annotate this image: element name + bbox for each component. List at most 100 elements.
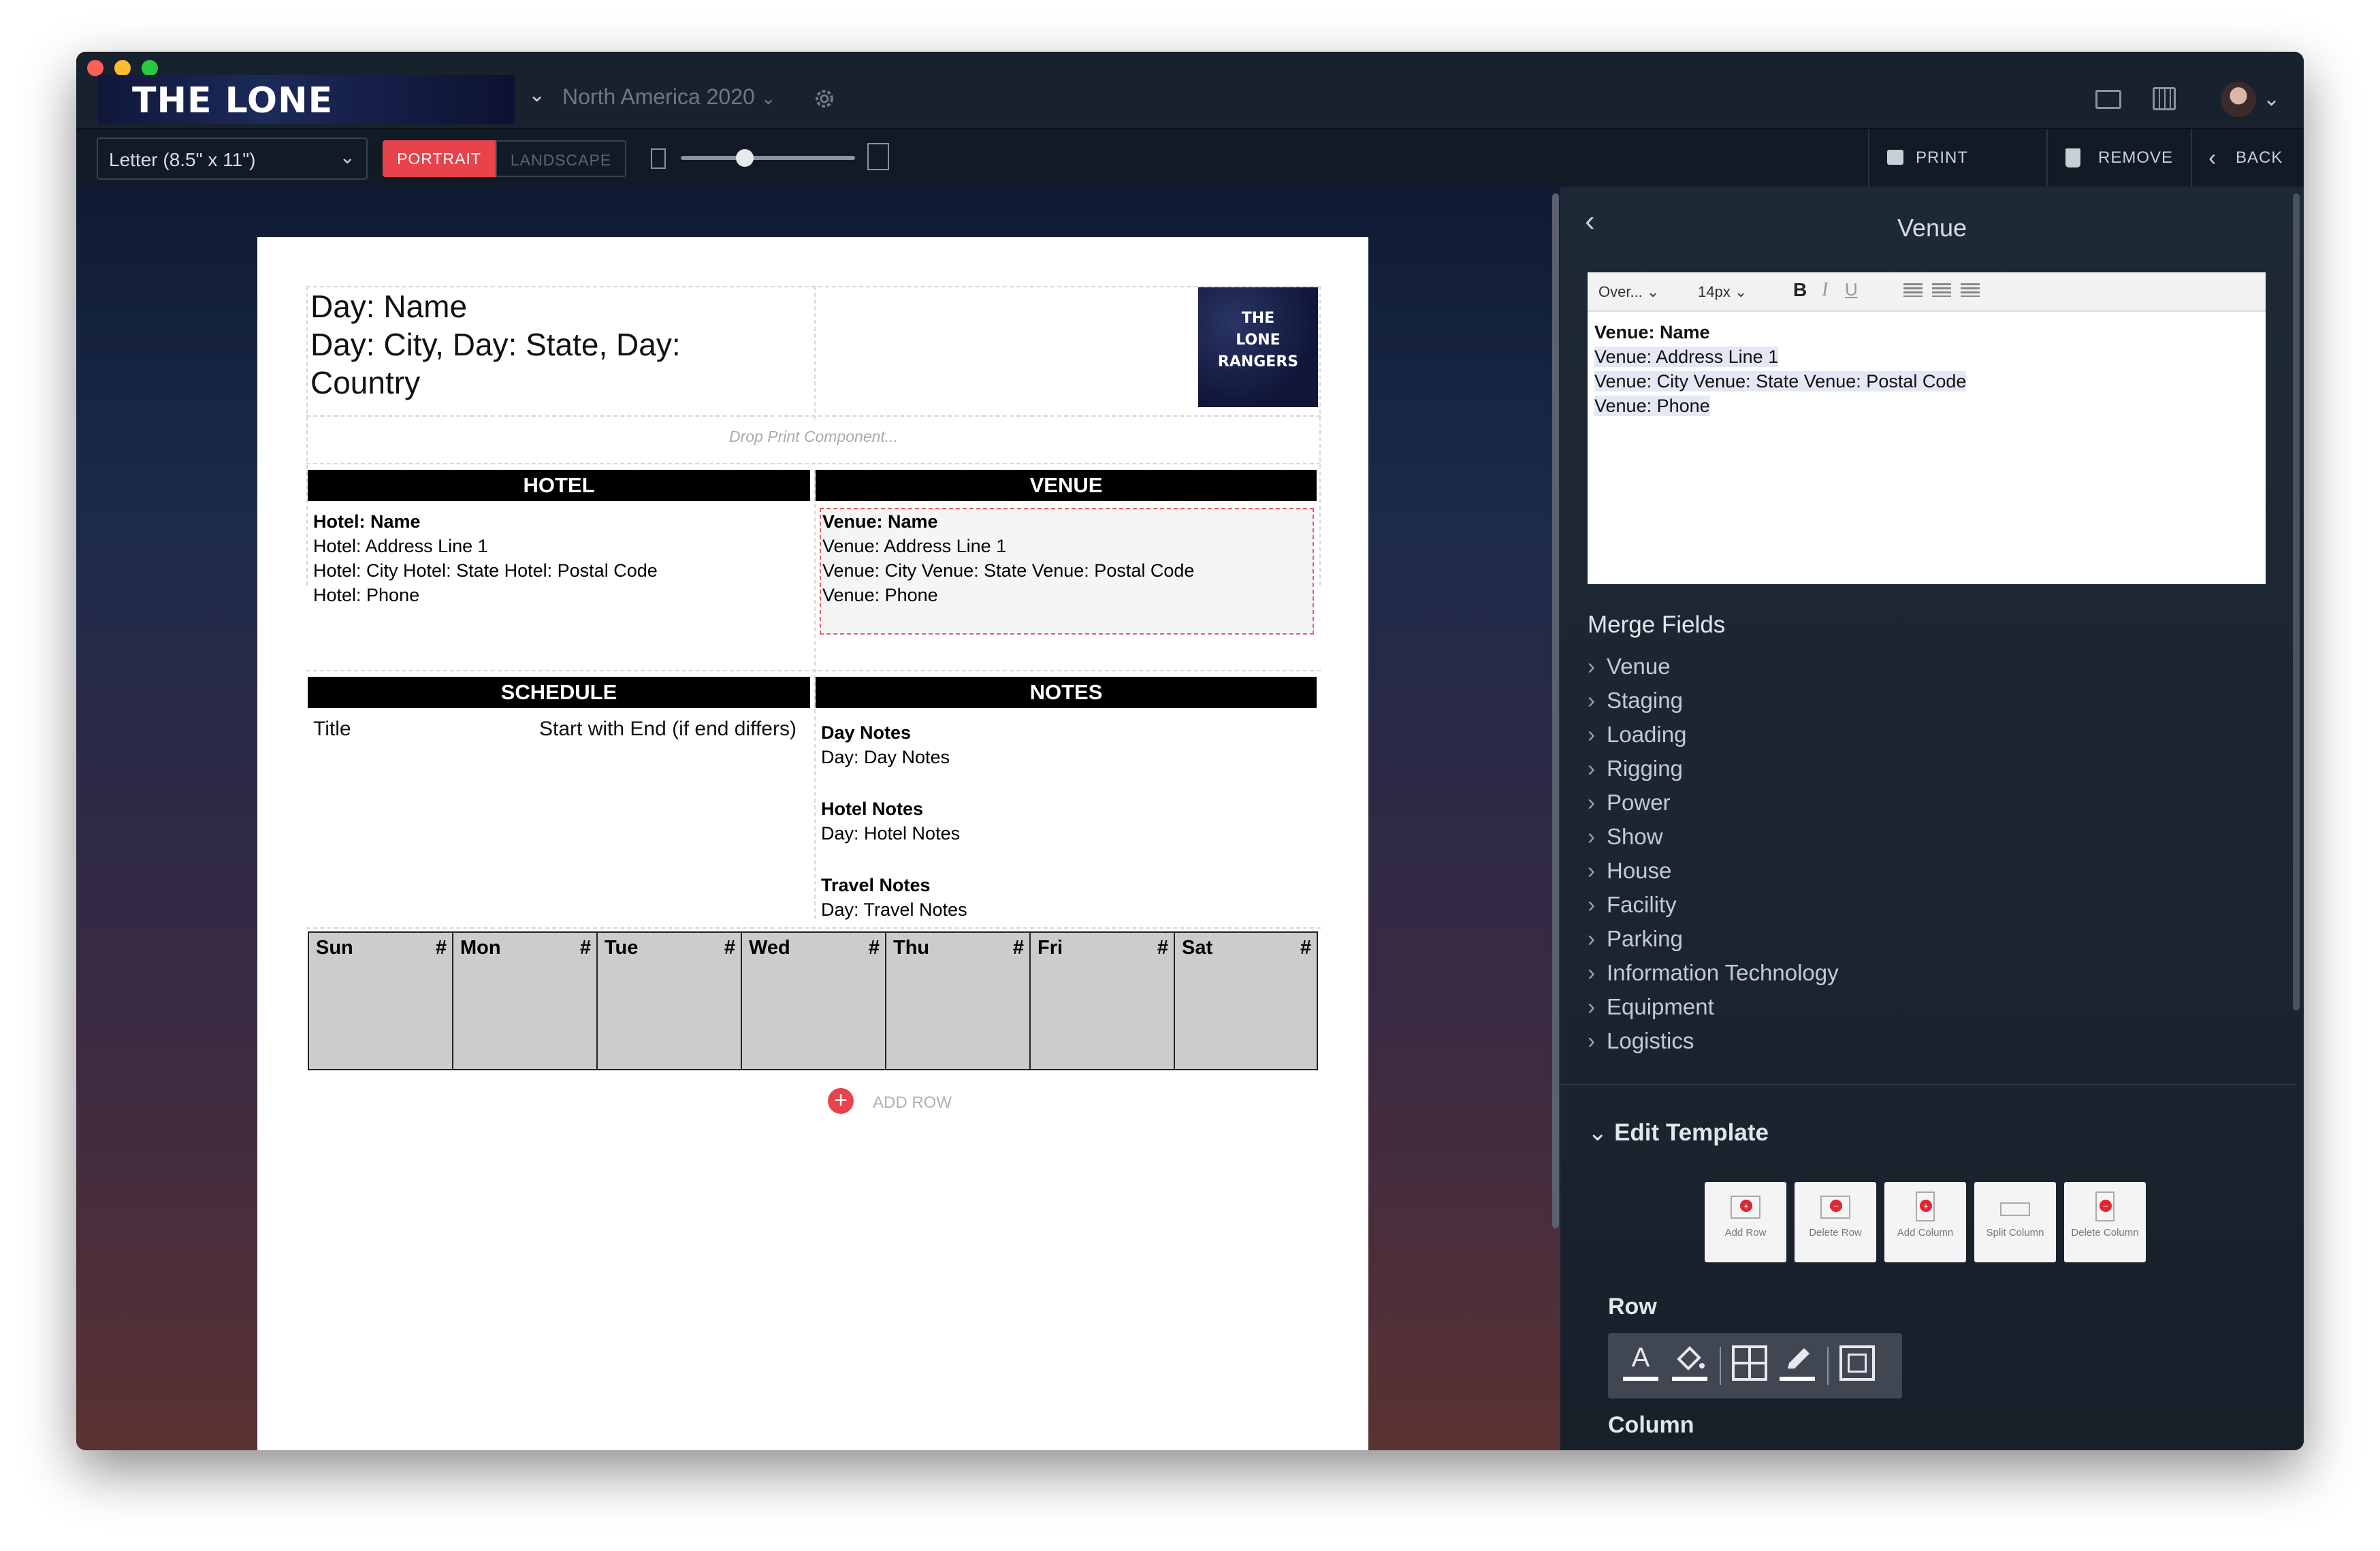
- merge-field-show[interactable]: › Show: [1588, 824, 1663, 850]
- fill-color-bucket-icon[interactable]: [1672, 1343, 1707, 1384]
- close-window-button[interactable]: [87, 60, 103, 76]
- merge-field-label: Power: [1607, 790, 1671, 815]
- schedule-start-column[interactable]: Start with End (if end differs): [539, 718, 797, 741]
- align-left-icon[interactable]: [1903, 283, 1923, 297]
- day-notes-label: Day Notes: [821, 722, 912, 743]
- align-center-icon[interactable]: [1932, 283, 1951, 297]
- edit-template-header[interactable]: ⌄ Edit Template: [1588, 1119, 1769, 1147]
- row-section-label: Row: [1608, 1294, 1657, 1320]
- merge-field-power[interactable]: › Power: [1588, 790, 1671, 816]
- calendar-day-thu[interactable]: Thu #: [886, 933, 1031, 1069]
- calendar-day-sun[interactable]: Sun #: [309, 933, 453, 1069]
- merge-field-loading[interactable]: › Loading: [1588, 722, 1686, 748]
- merge-field-parking[interactable]: › Parking: [1588, 926, 1683, 952]
- button-label: Add Column: [1897, 1227, 1954, 1238]
- user-avatar[interactable]: [2221, 82, 2256, 117]
- merge-field-logistics[interactable]: › Logistics: [1588, 1028, 1694, 1054]
- minus-icon: −: [1830, 1200, 1842, 1212]
- chevron-down-icon: ⌄: [1588, 1119, 1608, 1146]
- day-header-block[interactable]: Day: Name Day: City, Day: State, Day: Co…: [310, 287, 681, 402]
- trash-icon: [2065, 148, 2080, 167]
- font-size-select[interactable]: 14px ⌄: [1698, 283, 1747, 301]
- calendar-day-sat[interactable]: Sat #: [1175, 933, 1317, 1069]
- bold-button[interactable]: B: [1793, 279, 1807, 301]
- zoom-in-page-icon[interactable]: [867, 143, 889, 170]
- print-preview-button[interactable]: PRINT PREVIEW: [1868, 129, 2046, 224]
- calendar-icon[interactable]: [2153, 87, 2176, 110]
- hotel-section-header[interactable]: HOTEL: [308, 470, 810, 501]
- font-family-select[interactable]: Over... ⌄: [1598, 283, 1659, 301]
- notes-block[interactable]: Day Notes Day: Day Notes Hotel Notes Day…: [821, 720, 967, 922]
- calendar-day-fri[interactable]: Fri #: [1031, 933, 1175, 1069]
- zoom-window-button[interactable]: [142, 60, 158, 76]
- document-page: Day: Name Day: City, Day: State, Day: Co…: [257, 237, 1368, 1450]
- delete-column-template-button[interactable]: − Delete Column: [2064, 1182, 2146, 1262]
- remove-button[interactable]: REMOVE: [2046, 129, 2191, 187]
- portrait-toggle[interactable]: PORTRAIT: [383, 140, 496, 177]
- tour-selector[interactable]: North America 2020 ⌄: [562, 84, 776, 110]
- schedule-title-column[interactable]: Title: [313, 718, 351, 741]
- workspace-scrollbar[interactable]: [1552, 193, 1559, 1228]
- italic-button[interactable]: I: [1822, 279, 1828, 301]
- venue-section-header[interactable]: VENUE: [816, 470, 1317, 501]
- calendar-day-tue[interactable]: Tue #: [598, 933, 742, 1069]
- calendar-week-row[interactable]: Sun # Mon # Tue # Wed # Thu # Fri # Sat #: [308, 931, 1318, 1070]
- hotel-address-block[interactable]: Hotel: Name Hotel: Address Line 1 Hotel:…: [313, 509, 658, 607]
- zoom-slider-handle[interactable]: [735, 149, 754, 167]
- venue-address-block-selected[interactable]: Venue: Name Venue: Address Line 1 Venue:…: [820, 508, 1314, 635]
- underline-button[interactable]: U: [1845, 279, 1858, 300]
- chevron-right-icon: ›: [1588, 756, 1595, 781]
- brand-name: THE LONE RANGERS: [132, 80, 334, 124]
- venue-city: Venue: City Venue: State Venue: Postal C…: [822, 560, 1195, 581]
- back-button[interactable]: ‹ BACK: [2191, 129, 2304, 187]
- merge-field-rigging[interactable]: › Rigging: [1588, 756, 1683, 782]
- editor-toolbar: Over... ⌄ 14px ⌄ B I U: [1588, 272, 2266, 312]
- add-column-template-button[interactable]: + Add Column: [1884, 1182, 1966, 1262]
- page-size-select[interactable]: Letter (8.5" x 11") ⌄: [97, 138, 368, 180]
- logo-line-3: RANGERS: [1217, 353, 1299, 370]
- avatar-chevron-down-icon[interactable]: ⌄: [2263, 87, 2280, 111]
- landscape-toggle[interactable]: LANDSCAPE: [496, 140, 626, 177]
- delete-row-template-button[interactable]: − Delete Row: [1795, 1182, 1876, 1262]
- padding-box-icon[interactable]: [1839, 1345, 1875, 1381]
- schedule-section-header[interactable]: SCHEDULE: [308, 677, 810, 708]
- day-name: Day: Name: [310, 289, 468, 324]
- merge-field-house[interactable]: › House: [1588, 858, 1671, 884]
- borders-grid-icon[interactable]: [1732, 1345, 1767, 1381]
- printer-icon: [1887, 150, 1903, 165]
- split-column-template-button[interactable]: Split Column: [1974, 1182, 2056, 1262]
- text-color-icon[interactable]: A: [1623, 1343, 1658, 1384]
- merge-field-staging[interactable]: › Staging: [1588, 688, 1683, 714]
- minimize-window-button[interactable]: [114, 60, 131, 76]
- properties-panel: ‹ Venue Over... ⌄ 14px ⌄ B I U Venue: Na…: [1560, 187, 2304, 1450]
- drop-print-component-hint[interactable]: Drop Print Component...: [306, 428, 1321, 446]
- band-logo-image[interactable]: THE LONE RANGERS: [1198, 287, 1318, 407]
- settings-gear-icon[interactable]: [811, 86, 837, 112]
- brand-chevron-down-icon[interactable]: ⌄: [528, 83, 545, 107]
- add-row-button[interactable]: ADD ROW: [873, 1093, 952, 1113]
- border-color-pencil-icon[interactable]: [1780, 1343, 1815, 1384]
- editor-content[interactable]: Venue: Name Venue: Address Line 1 Venue:…: [1594, 320, 1967, 418]
- rich-text-editor[interactable]: Over... ⌄ 14px ⌄ B I U Venue: Name Venue…: [1588, 272, 2266, 584]
- contact-card-icon[interactable]: [2095, 90, 2121, 109]
- toolbar-separator: [1827, 1347, 1829, 1385]
- notes-section-header[interactable]: NOTES: [816, 677, 1317, 708]
- day-number-placeholder: #: [1157, 937, 1168, 959]
- panel-scrollbar[interactable]: [2293, 193, 2300, 1010]
- chevron-right-icon: ›: [1588, 688, 1595, 713]
- calendar-day-mon[interactable]: Mon #: [453, 933, 598, 1069]
- merge-field-equipment[interactable]: › Equipment: [1588, 994, 1714, 1020]
- zoom-out-page-icon[interactable]: [651, 148, 666, 169]
- add-row-plus-icon[interactable]: +: [828, 1088, 854, 1114]
- merge-field-venue[interactable]: › Venue: [1588, 654, 1671, 679]
- chevron-right-icon: ›: [1588, 926, 1595, 951]
- button-label: Delete Row: [1809, 1227, 1862, 1238]
- merge-fields-title: Merge Fields: [1588, 611, 1726, 638]
- title-bar: THE LONE RANGERS ⌄ North America 2020 ⌄ …: [76, 52, 2304, 128]
- merge-field-information-technology[interactable]: › Information Technology: [1588, 960, 1839, 986]
- add-row-template-button[interactable]: + Add Row: [1705, 1182, 1786, 1262]
- align-right-icon[interactable]: [1961, 283, 1980, 297]
- merge-field-facility[interactable]: › Facility: [1588, 892, 1677, 918]
- zoom-slider[interactable]: [681, 149, 855, 167]
- calendar-day-wed[interactable]: Wed #: [742, 933, 886, 1069]
